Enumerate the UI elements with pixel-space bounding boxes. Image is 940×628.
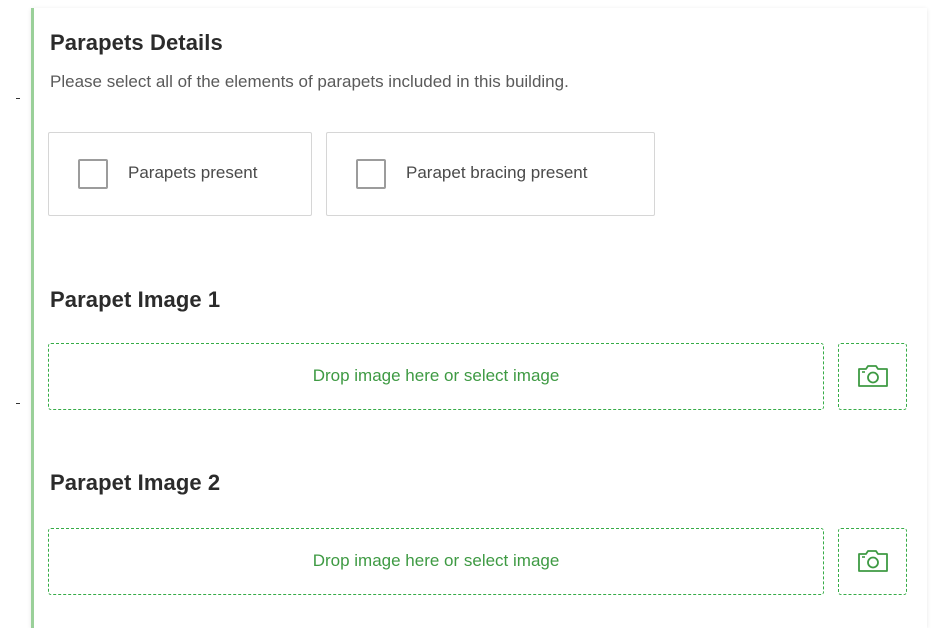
parapet-bracing-present-label: Parapet bracing present [406,163,588,182]
parapets-present-option[interactable]: Parapets present [48,132,312,216]
parapets-present-label: Parapets present [128,163,258,182]
parapets-present-checkbox[interactable] [78,159,108,189]
parapet-image-1-drop-zone[interactable]: Drop image here or select image [48,343,824,410]
parapets-form-panel: Parapets Details Please select all of th… [31,8,927,628]
parapet-image-2-drop-zone[interactable]: Drop image here or select image [48,528,824,595]
left-edge-tick [16,403,20,404]
camera-icon [858,550,888,572]
parapet-image-1-camera-button[interactable] [838,343,907,410]
parapet-image-2-title: Parapet Image 2 [50,470,221,495]
parapet-bracing-present-checkbox[interactable] [356,159,386,189]
form-page: Parapets Details Please select all of th… [0,0,940,628]
parapet-image-1-title: Parapet Image 1 [50,287,221,312]
parapets-details-title: Parapets Details [50,30,223,55]
parapet-image-2-camera-button[interactable] [838,528,907,595]
parapet-image-2-drop-text: Drop image here or select image [312,551,560,570]
parapet-bracing-present-option[interactable]: Parapet bracing present [326,132,655,216]
camera-icon [858,365,888,387]
left-edge-tick [16,98,20,99]
parapets-details-description: Please select all of the elements of par… [50,72,569,91]
parapet-image-1-drop-text: Drop image here or select image [312,366,560,385]
